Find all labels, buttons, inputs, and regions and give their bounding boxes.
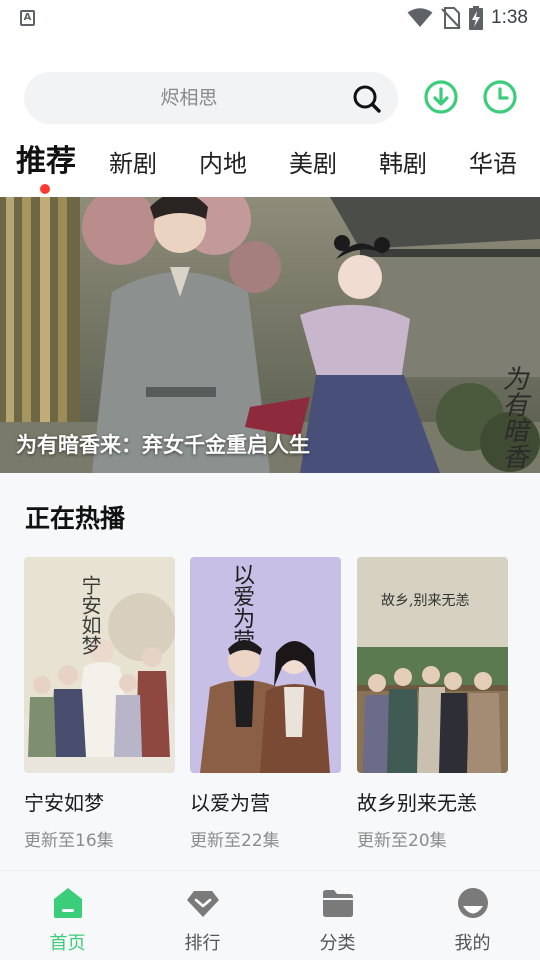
home-icon	[53, 888, 82, 918]
no-sim-icon	[441, 7, 461, 29]
search-placeholder[interactable]: 烬相思	[24, 72, 354, 124]
tab-us[interactable]: 美剧	[289, 142, 337, 186]
tab-korean[interactable]: 韩剧	[379, 142, 427, 186]
poster-title-art: 以爱为营	[229, 563, 255, 651]
download-icon[interactable]	[423, 79, 459, 115]
folder-icon	[322, 890, 353, 917]
banner-logo-text: 为有暗香	[498, 365, 528, 469]
ranking-diamond-icon	[186, 891, 219, 917]
search-icon[interactable]	[352, 84, 382, 114]
show-poster[interactable]: 宁安如梦	[24, 557, 175, 773]
show-title[interactable]: 宁安如梦	[24, 787, 175, 816]
tab-new[interactable]: 新剧	[109, 142, 157, 186]
show-update-status: 更新至20集	[357, 831, 447, 851]
featured-banner[interactable]: 为有暗香来：弃女千金重启人生 为有暗香	[0, 197, 540, 473]
poster-title-art: 故乡,别来无恙	[381, 593, 470, 609]
nav-category-label: 分类	[319, 933, 356, 954]
app-notification-icon: A	[20, 10, 35, 26]
poster-image	[190, 557, 341, 773]
section-title: 正在热播	[25, 504, 126, 533]
show-poster[interactable]: 以爱为营	[190, 557, 341, 773]
battery-charging-icon	[469, 6, 484, 30]
nav-category[interactable]: 分类	[270, 871, 405, 960]
nav-ranking[interactable]: 排行	[135, 871, 270, 960]
wifi-icon	[407, 8, 433, 27]
active-tab-indicator	[40, 184, 50, 194]
show-card[interactable]: 以爱为营 以爱为营 更新至22集	[190, 557, 341, 851]
tab-mainland[interactable]: 内地	[199, 142, 247, 186]
banner-title[interactable]: 为有暗香来：弃女千金重启人生	[16, 429, 310, 459]
status-time: 1:38	[491, 7, 528, 28]
show-title[interactable]: 以爱为营	[190, 787, 341, 816]
bottom-navigation: 首页 排行 分类 我的	[0, 870, 540, 960]
show-update-status: 更新至22集	[190, 831, 280, 851]
search-bar[interactable]: 烬相思	[24, 72, 398, 124]
tab-chinese[interactable]: 华语	[469, 142, 517, 186]
poster-image	[357, 557, 508, 773]
nav-home-label: 首页	[49, 933, 86, 954]
show-card[interactable]: 宁安如梦 宁安如梦 更新至16集	[24, 557, 175, 851]
history-clock-icon[interactable]	[482, 79, 518, 115]
show-card[interactable]: 故乡,别来无恙 故乡别来无恙 更新至20集	[357, 557, 508, 851]
nav-home[interactable]: 首页	[0, 871, 135, 960]
status-bar: A 1:38	[0, 0, 540, 36]
status-indicators: 1:38	[407, 6, 528, 30]
category-tabs: 推荐 新剧 内地 美剧 韩剧 华语	[0, 140, 540, 196]
show-poster[interactable]: 故乡,别来无恙	[357, 557, 508, 773]
show-title[interactable]: 故乡别来无恙	[357, 787, 508, 816]
show-update-status: 更新至16集	[24, 831, 114, 851]
tab-recommend[interactable]: 推荐	[16, 140, 76, 184]
profile-icon	[457, 888, 488, 918]
nav-profile[interactable]: 我的	[405, 871, 540, 960]
nav-profile-label: 我的	[454, 933, 491, 954]
poster-title-art: 宁安如梦	[78, 575, 102, 655]
nav-ranking-label: 排行	[184, 933, 221, 954]
